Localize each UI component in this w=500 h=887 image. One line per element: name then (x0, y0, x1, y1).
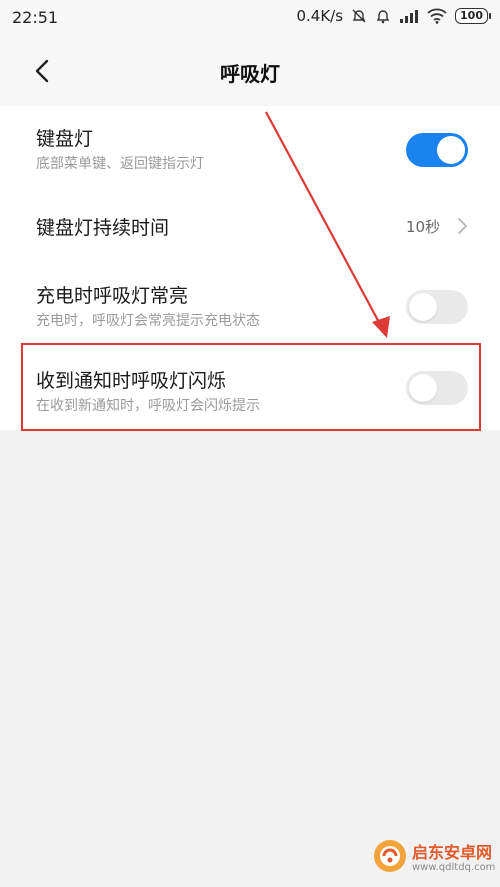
setting-title: 充电时呼吸灯常亮 (36, 285, 189, 307)
setting-keyboard-light[interactable]: 键盘灯 底部菜单键、返回键指示灯 (0, 106, 500, 191)
setting-subtitle: 底部菜单键、返回键指示灯 (36, 156, 204, 172)
page-title: 呼吸灯 (220, 62, 280, 86)
watermark-logo-icon (374, 840, 406, 872)
setting-title: 键盘灯 (36, 128, 94, 150)
duration-value: 10秒 (406, 218, 441, 236)
network-speed: 0.4K/s (296, 7, 344, 25)
watermark-url: www.qdltdq.com (412, 862, 496, 873)
charging-light-toggle[interactable] (406, 290, 468, 324)
keyboard-light-toggle[interactable] (406, 133, 468, 167)
status-icons: 0.4K/s 100 (296, 7, 491, 25)
alarm-icon (376, 10, 390, 24)
battery-icon: 100 (455, 8, 491, 24)
highlight-box (21, 343, 481, 431)
watermark: 启东安卓网 www.qdltdq.com (372, 836, 496, 882)
setting-subtitle: 充电时，呼吸灯会常亮提示充电状态 (36, 313, 260, 329)
alarm-muted-icon (352, 9, 366, 23)
wifi-icon (427, 8, 447, 24)
setting-charging-light[interactable]: 充电时呼吸灯常亮 充电时，呼吸灯会常亮提示充电状态 (0, 261, 500, 346)
toggle-knob (437, 136, 465, 164)
toggle-knob (409, 293, 437, 321)
setting-title: 键盘灯持续时间 (36, 217, 170, 239)
header: 呼吸灯 (0, 36, 500, 106)
status-time: 22:51 (12, 8, 59, 27)
signal-icon (400, 10, 419, 23)
chevron-right-icon (458, 218, 467, 234)
status-bar: 22:51 0.4K/s 100 (0, 0, 500, 36)
setting-keyboard-duration[interactable]: 键盘灯持续时间 10秒 (0, 191, 500, 261)
watermark-name: 启东安卓网 (412, 843, 493, 862)
